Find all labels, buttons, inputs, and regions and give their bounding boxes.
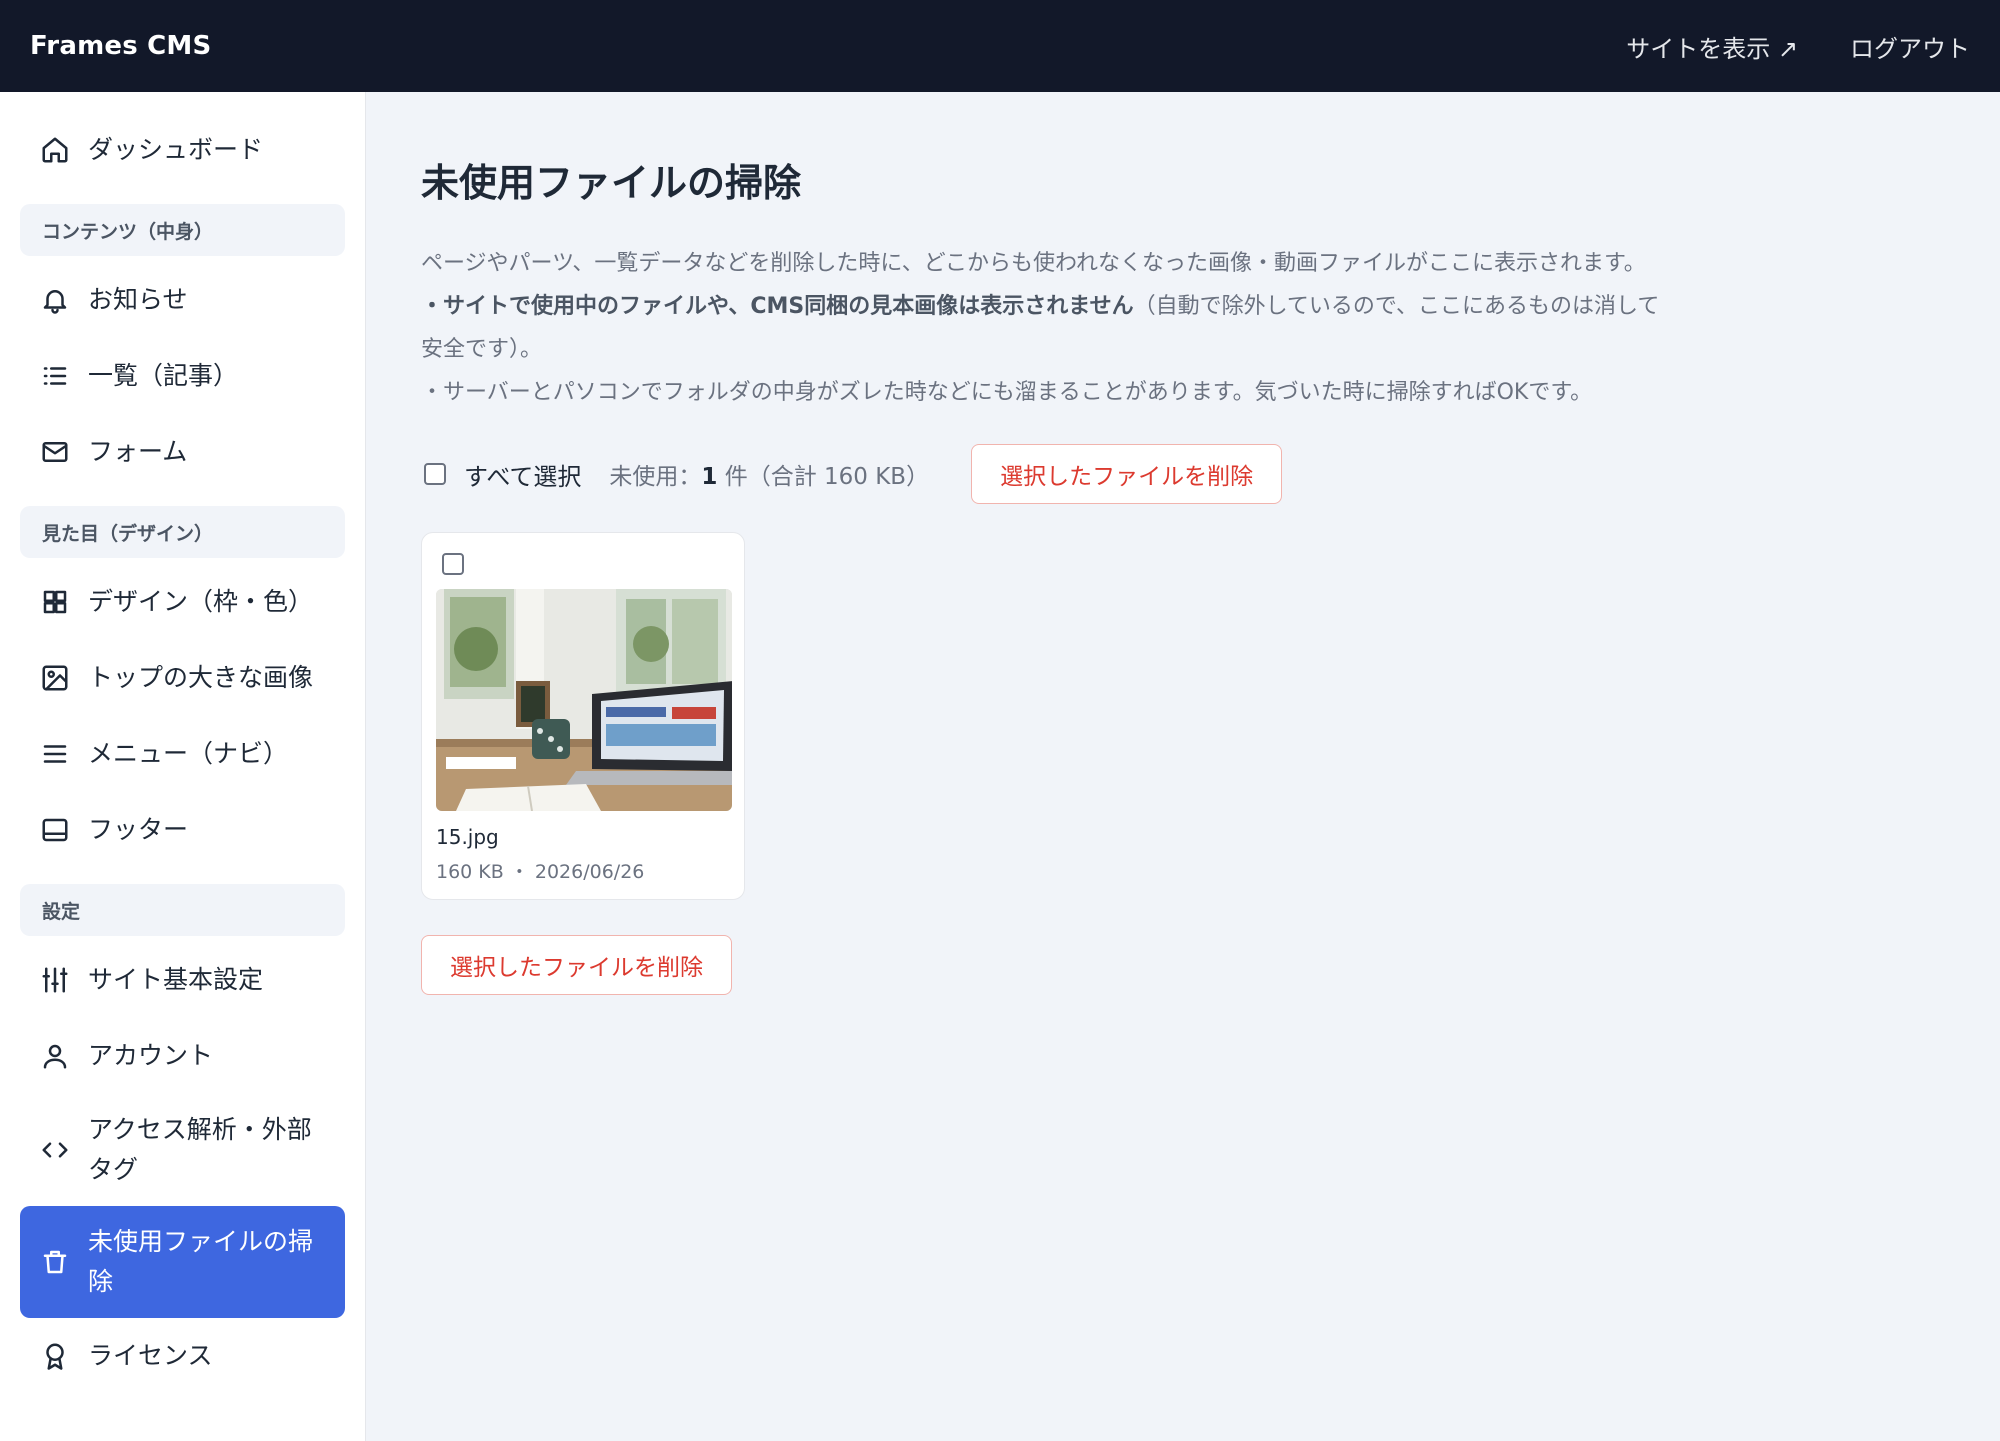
- sidebar-item-news[interactable]: お知らせ: [20, 262, 345, 338]
- section-label-settings: 設定: [20, 884, 345, 936]
- sidebar-item-list[interactable]: 一覧（記事）: [20, 338, 345, 414]
- unused-count: 未使用：1 件（合計 160 KB）: [609, 457, 929, 491]
- sidebar-item-footer[interactable]: フッター: [20, 792, 345, 868]
- sidebar-item-label: アカウント: [88, 1041, 214, 1070]
- sidebar-item-label: サイト基本設定: [88, 965, 264, 994]
- section-label-design: 見た目（デザイン）: [20, 506, 345, 558]
- header-links: サイトを表示 ↗ ログアウト: [1626, 29, 1970, 64]
- sidebar-item-label: デザイン（枠・色）: [88, 587, 314, 616]
- page-title: 未使用ファイルの掃除: [421, 161, 802, 205]
- page-description: ページやパーツ、一覧データなどを削除した時に、どこからも使われなくなった画像・動…: [421, 242, 1781, 414]
- description-bold: ・サイトで使用中のファイルや、CMS同梱の見本画像は表示されません: [421, 294, 1134, 319]
- sidebar-item-form[interactable]: フォーム: [20, 414, 345, 490]
- sidebar-item-analytics[interactable]: アクセス解析・外部 タグ: [20, 1094, 345, 1206]
- top-bar: Frames CMS サイトを表示 ↗ ログアウト: [0, 0, 2000, 92]
- sidebar-item-label-line1: 未使用ファイルの掃: [88, 1227, 314, 1256]
- sidebar: ダッシュボード コンテンツ（中身） お知らせ 一覧（記事） フォーム 見た目（デ…: [0, 92, 366, 1441]
- file-meta: 160 KB ・ 2026/06/26: [436, 861, 645, 883]
- sidebar-item-license[interactable]: ライセンス: [20, 1318, 345, 1394]
- unused-suffix: 件（合計 160 KB）: [717, 464, 930, 490]
- sidebar-item-design[interactable]: デザイン（枠・色）: [20, 564, 345, 640]
- view-site-link[interactable]: サイトを表示 ↗: [1626, 29, 1798, 64]
- unused-prefix: 未使用：: [609, 464, 702, 490]
- sidebar-item-label-line2: 除: [88, 1267, 114, 1296]
- file-card[interactable]: 15.jpg 160 KB ・ 2026/06/26: [421, 532, 745, 900]
- delete-selected-button-bottom[interactable]: 選択したファイルを削除: [421, 935, 732, 995]
- logout-link[interactable]: ログアウト: [1850, 29, 1970, 64]
- sidebar-item-label: フッター: [88, 815, 189, 844]
- description-line-1: ページやパーツ、一覧データなどを削除した時に、どこからも使われなくなった画像・動…: [421, 251, 1646, 276]
- sliders-icon: [40, 965, 70, 995]
- sidebar-item-label: 一覧（記事）: [88, 361, 239, 390]
- selection-toolbar: すべて選択 未使用：1 件（合計 160 KB） 選択したファイルを削除: [424, 444, 1283, 504]
- mail-icon: [40, 437, 70, 467]
- description-rest: （自動で除外しているので、ここにあるものは消して: [1133, 294, 1660, 319]
- description-line-2: ・サイトで使用中のファイルや、CMS同梱の見本画像は表示されません（自動で除外し…: [421, 285, 1781, 328]
- award-icon: [40, 1341, 70, 1371]
- footer-icon: [40, 815, 70, 845]
- grid-icon: [40, 587, 70, 617]
- select-all-label: すべて選択: [464, 462, 582, 491]
- select-all-checkbox[interactable]: [424, 463, 446, 485]
- laptop-desk-photo: [436, 589, 732, 811]
- user-icon: [40, 1041, 70, 1071]
- sidebar-item-label-line2: タグ: [88, 1155, 139, 1184]
- sidebar-item-cleanup[interactable]: 未使用ファイルの掃 除: [20, 1206, 345, 1318]
- description-line-3: 安全です）。: [421, 337, 543, 362]
- sidebar-item-site-settings[interactable]: サイト基本設定: [20, 942, 345, 1018]
- section-label-content: コンテンツ（中身）: [20, 204, 345, 256]
- description-line-4: ・サーバーとパソコンでフォルダの中身がズレた時などにも溜まることがあります。気づ…: [421, 380, 1593, 405]
- main-content: 未使用ファイルの掃除 ページやパーツ、一覧データなどを削除した時に、どこからも使…: [366, 92, 2000, 1441]
- bell-icon: [40, 285, 70, 315]
- sidebar-item-menu[interactable]: メニュー（ナビ）: [20, 716, 345, 792]
- sidebar-item-label: トップの大きな画像: [88, 663, 314, 692]
- list-icon: [40, 361, 70, 391]
- sidebar-item-label: アクセス解析・外部 タグ: [88, 1110, 312, 1190]
- file-name: 15.jpg: [436, 825, 499, 849]
- brand-logo[interactable]: Frames CMS: [30, 31, 211, 61]
- file-checkbox[interactable]: [442, 553, 464, 575]
- sidebar-item-label: ライセンス: [88, 1341, 213, 1370]
- sidebar-item-label: お知らせ: [88, 285, 188, 314]
- sidebar-item-label: 未使用ファイルの掃 除: [88, 1222, 313, 1302]
- image-icon: [40, 663, 70, 693]
- file-thumbnail[interactable]: [436, 589, 732, 811]
- delete-selected-button[interactable]: 選択したファイルを削除: [971, 444, 1283, 504]
- select-all-control[interactable]: すべて選択: [424, 457, 581, 492]
- sidebar-item-label: フォーム: [88, 437, 188, 466]
- sidebar-item-dashboard[interactable]: ダッシュボード: [20, 112, 345, 188]
- sidebar-item-label-line1: アクセス解析・外部: [88, 1115, 312, 1144]
- code-icon: [40, 1135, 70, 1165]
- hamburger-icon: [40, 739, 70, 769]
- sidebar-item-label: ダッシュボード: [88, 135, 264, 164]
- sidebar-item-hero[interactable]: トップの大きな画像: [20, 640, 345, 716]
- home-icon: [40, 135, 70, 165]
- trash-icon: [40, 1247, 70, 1277]
- sidebar-item-label: メニュー（ナビ）: [88, 739, 289, 768]
- sidebar-item-account[interactable]: アカウント: [20, 1018, 345, 1094]
- unused-count-value: 1: [701, 464, 718, 490]
